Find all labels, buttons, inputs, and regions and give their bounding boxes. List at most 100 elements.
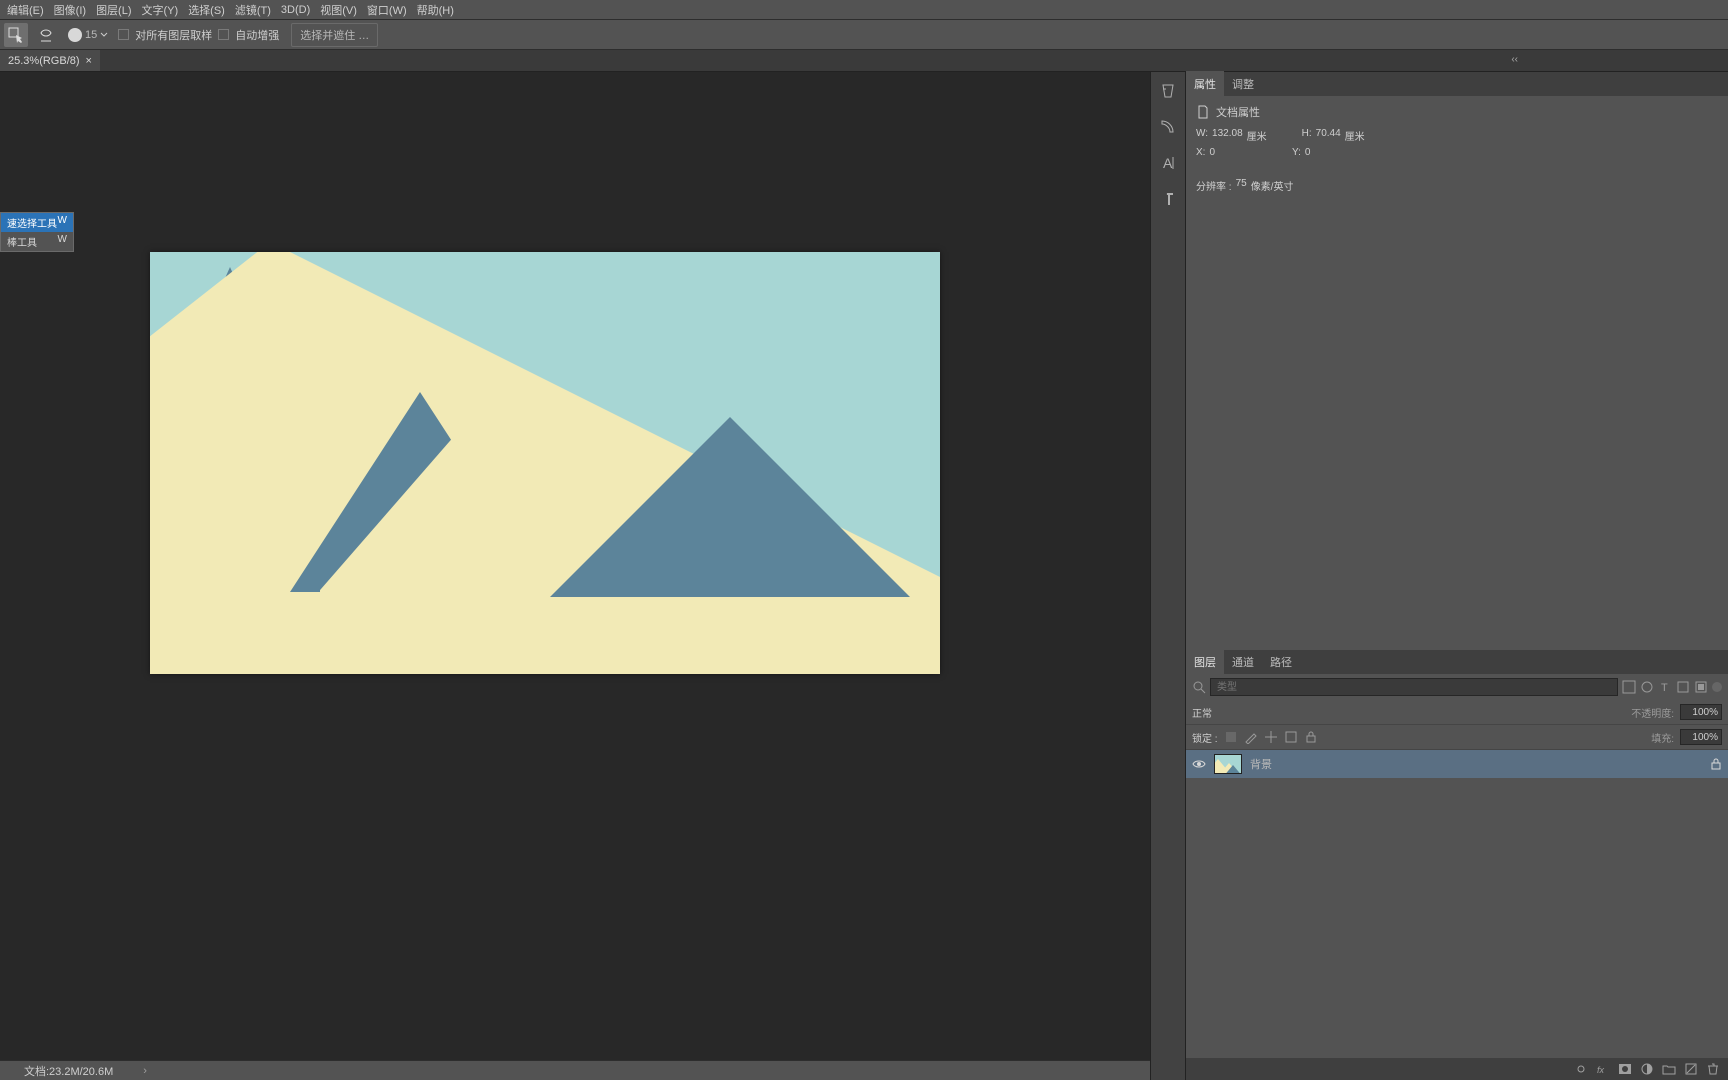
paragraph-icon[interactable] (1159, 190, 1177, 208)
auto-enhance-label: 自动增强 (235, 27, 279, 43)
blend-opacity-row: 正常 不透明度: (1186, 700, 1728, 725)
trash-icon[interactable] (1706, 1062, 1720, 1076)
options-bar: 15 对所有图层取样 自动增强 选择并遮住 … (0, 20, 1728, 50)
x-value: 0 (1209, 147, 1215, 158)
group-icon[interactable] (1662, 1062, 1676, 1076)
layers-filter-row: T (1186, 674, 1728, 700)
menu-3d[interactable]: 3D(D) (276, 4, 315, 16)
menu-layer[interactable]: 图层(L) (91, 2, 136, 18)
dock-strip: A (1150, 72, 1185, 1080)
document-tab-title: 25.3%(RGB/8) (8, 55, 80, 67)
menu-filter[interactable]: 滤镜(T) (230, 2, 276, 18)
auto-enhance-checkbox[interactable] (218, 29, 229, 40)
link-icon[interactable] (1574, 1062, 1588, 1076)
opacity-label: 不透明度: (1631, 705, 1674, 720)
close-icon[interactable]: × (86, 55, 92, 67)
menu-view[interactable]: 视图(V) (315, 2, 362, 18)
document-tab[interactable]: 25.3%(RGB/8) × (0, 50, 100, 71)
brush-dot-icon (68, 28, 82, 42)
w-unit: 厘米 (1247, 128, 1267, 143)
select-and-mask-button[interactable]: 选择并遮住 … (291, 23, 378, 47)
sample-all-layers-label: 对所有图层取样 (135, 27, 212, 43)
svg-text:A: A (1163, 155, 1173, 171)
menu-window[interactable]: 窗口(W) (362, 2, 412, 18)
new-selection-icon[interactable] (4, 23, 28, 47)
main: 速选择工具 W 棒工具 W 文档:23.2M/20.6M › A 属性 调整 (0, 72, 1728, 1080)
lock-icon (1710, 758, 1722, 770)
brush-preset[interactable]: 15 (64, 28, 112, 42)
w-label: W: (1196, 128, 1208, 143)
lock-label: 锁定 : (1192, 730, 1218, 745)
tab-layers[interactable]: 图层 (1186, 649, 1224, 674)
tab-paths[interactable]: 路径 (1262, 649, 1300, 674)
character-icon[interactable]: A (1159, 154, 1177, 172)
h-value: 70.44 (1316, 128, 1341, 143)
filter-toggle[interactable] (1712, 682, 1722, 692)
opacity-input[interactable] (1680, 704, 1722, 720)
y-value: 0 (1305, 147, 1311, 158)
chevron-right-icon[interactable]: › (143, 1065, 147, 1077)
lock-brush-icon[interactable] (1244, 730, 1258, 744)
svg-text:fx: fx (1597, 1065, 1605, 1075)
res-unit: 像素/英寸 (1251, 178, 1294, 193)
x-label: X: (1196, 147, 1205, 158)
document-tab-bar: 25.3%(RGB/8) × (0, 50, 1728, 72)
blend-mode-select[interactable]: 正常 (1192, 705, 1212, 720)
lock-artboard-icon[interactable] (1284, 730, 1298, 744)
fill-input[interactable] (1680, 729, 1722, 745)
fx-icon[interactable]: fx (1596, 1062, 1610, 1076)
sample-all-layers-checkbox[interactable] (118, 29, 129, 40)
w-value: 132.08 (1212, 128, 1243, 143)
tool-flyout-quick-select[interactable]: 速选择工具 W (1, 213, 73, 232)
tab-properties[interactable]: 属性 (1186, 71, 1224, 96)
layers-footer: fx (1186, 1058, 1728, 1080)
lock-all-icon[interactable] (1304, 730, 1318, 744)
document-icon (1196, 105, 1210, 119)
menu-bar: 编辑(E) 图像(I) 图层(L) 文字(Y) 选择(S) 滤镜(T) 3D(D… (0, 0, 1728, 20)
tab-channels[interactable]: 通道 (1224, 649, 1262, 674)
filter-smart-icon[interactable] (1694, 680, 1708, 694)
filter-adjust-icon[interactable] (1640, 680, 1654, 694)
menu-select[interactable]: 选择(S) (183, 2, 230, 18)
tool-flyout-key: W (58, 215, 67, 230)
status-bar: 文档:23.2M/20.6M › (0, 1060, 1150, 1080)
eye-icon[interactable] (1192, 757, 1206, 771)
adjustment-icon[interactable] (1640, 1062, 1654, 1076)
tool-flyout-magic-wand[interactable]: 棒工具 W (1, 232, 73, 251)
menu-help[interactable]: 帮助(H) (412, 2, 459, 18)
h-unit: 厘米 (1345, 128, 1365, 143)
layer-thumbnail (1214, 754, 1242, 774)
chevron-down-icon (100, 31, 108, 39)
add-selection-icon[interactable] (34, 23, 58, 47)
lock-move-icon[interactable] (1264, 730, 1278, 744)
tab-adjustments[interactable]: 调整 (1224, 71, 1262, 96)
y-label: Y: (1292, 147, 1301, 158)
tool-flyout-label: 棒工具 (7, 234, 37, 249)
h-label: H: (1302, 128, 1312, 143)
tool-flyout[interactable]: 速选择工具 W 棒工具 W (0, 212, 74, 252)
swatches-icon[interactable] (1159, 118, 1177, 136)
mask-icon[interactable] (1618, 1062, 1632, 1076)
menu-image[interactable]: 图像(I) (49, 2, 91, 18)
brush-size: 15 (85, 29, 97, 41)
lock-pixels-icon[interactable] (1224, 730, 1238, 744)
layer-filter-input[interactable] (1210, 678, 1618, 696)
menu-type[interactable]: 文字(Y) (137, 2, 184, 18)
collapse-panels-icon[interactable]: ‹‹ (1511, 54, 1518, 65)
layer-name: 背景 (1250, 756, 1272, 772)
canvas[interactable] (150, 252, 940, 674)
history-icon[interactable] (1159, 82, 1177, 100)
filter-image-icon[interactable] (1622, 680, 1636, 694)
new-layer-icon[interactable] (1684, 1062, 1698, 1076)
lock-fill-row: 锁定 : 填充: (1186, 725, 1728, 750)
filter-type-icon[interactable]: T (1658, 680, 1672, 694)
filter-shape-icon[interactable] (1676, 680, 1690, 694)
tool-flyout-label: 速选择工具 (7, 215, 57, 230)
panels: 属性 调整 文档属性 W: 132.08 厘米 H: 70.44 厘米 X: 0… (1185, 72, 1728, 1080)
layer-background[interactable]: 背景 (1186, 750, 1728, 778)
properties-tabs: 属性 调整 (1186, 72, 1728, 96)
canvas-area[interactable]: 速选择工具 W 棒工具 W 文档:23.2M/20.6M › (0, 72, 1150, 1080)
menu-edit[interactable]: 编辑(E) (2, 2, 49, 18)
right-dock: A 属性 调整 文档属性 W: 132.08 厘米 H: 70.44 厘米 X:… (1150, 72, 1728, 1080)
res-value: 75 (1236, 178, 1247, 193)
